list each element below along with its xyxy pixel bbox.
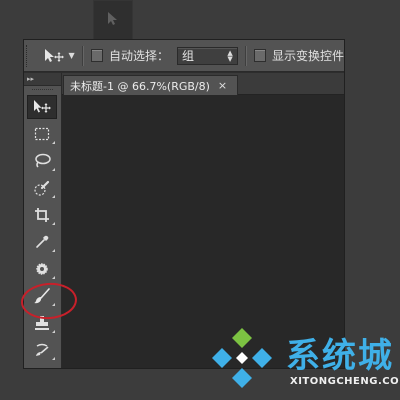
auto-select-mode-dropdown[interactable]: 组 ▲ ▼	[176, 46, 238, 65]
tool-history-brush[interactable]	[27, 338, 57, 362]
document-tab[interactable]: 未标题-1 @ 66.7%(RGB/8) ×	[63, 75, 238, 95]
tool-eyedropper[interactable]	[27, 230, 57, 254]
background-panel-fragment	[93, 0, 133, 40]
show-transform-label: 显示变换控件	[272, 49, 345, 63]
eyedropper-icon	[36, 235, 49, 248]
tool-quick-selection[interactable]	[27, 176, 57, 200]
marquee-icon	[34, 127, 50, 141]
options-bar-grip[interactable]	[26, 44, 35, 67]
auto-select-checkbox[interactable]	[90, 49, 103, 62]
show-transform-checkbox[interactable]	[253, 49, 266, 62]
auto-select-mode-value: 组	[181, 49, 194, 63]
move-icon	[44, 48, 64, 62]
tool-lasso[interactable]	[27, 149, 57, 173]
options-bar: ▼ 自动选择： 组 ▲ ▼ 显示变换控件	[24, 40, 344, 72]
tool-group-indicator	[52, 330, 55, 333]
tool-group-indicator	[52, 276, 55, 279]
spinner-arrows-icon: ▲ ▼	[227, 48, 233, 63]
watermark: 系统城 XITONGCHENG.COM	[196, 324, 400, 400]
tool-preset-picker[interactable]: ▼	[43, 45, 75, 67]
move-icon	[34, 100, 51, 113]
history-brush-icon	[36, 343, 49, 356]
tool-group-indicator	[52, 357, 55, 360]
watermark-logo-icon	[212, 328, 272, 388]
auto-select-label: 自动选择：	[108, 49, 169, 63]
move-icon	[108, 12, 117, 25]
document-tab-bar: 未标题-1 @ 66.7%(RGB/8) ×	[62, 73, 344, 95]
tool-group-indicator	[52, 195, 55, 198]
tool-crop[interactable]	[27, 203, 57, 227]
tool-group-indicator	[52, 249, 55, 252]
tool-group-indicator	[52, 222, 55, 225]
watermark-url: XITONGCHENG.COM	[290, 376, 400, 387]
lasso-icon	[35, 153, 51, 168]
tool-marquee[interactable]	[27, 122, 57, 146]
tools-panel-collapse-button[interactable]: ▸▸	[24, 73, 61, 86]
spot-healing-icon	[36, 263, 48, 275]
tool-spot-healing[interactable]	[27, 257, 57, 281]
tool-move[interactable]	[27, 95, 57, 119]
tools-panel: ▸▸	[24, 73, 62, 368]
divider	[81, 45, 84, 66]
divider	[244, 45, 247, 66]
watermark-title: 系统城	[286, 336, 394, 376]
close-icon[interactable]: ×	[218, 79, 227, 92]
quick-selection-icon	[34, 180, 50, 196]
tool-group-indicator	[52, 141, 55, 144]
document-tab-title: 未标题-1 @ 66.7%(RGB/8)	[70, 79, 210, 93]
tool-group-indicator	[52, 168, 55, 171]
crop-icon	[35, 208, 49, 222]
chevron-down-icon: ▼	[68, 51, 75, 60]
photoshop-window: ▼ 自动选择： 组 ▲ ▼ 显示变换控件 ▸▸ 未标题-1 @ 66.7%(RG…	[24, 40, 344, 368]
